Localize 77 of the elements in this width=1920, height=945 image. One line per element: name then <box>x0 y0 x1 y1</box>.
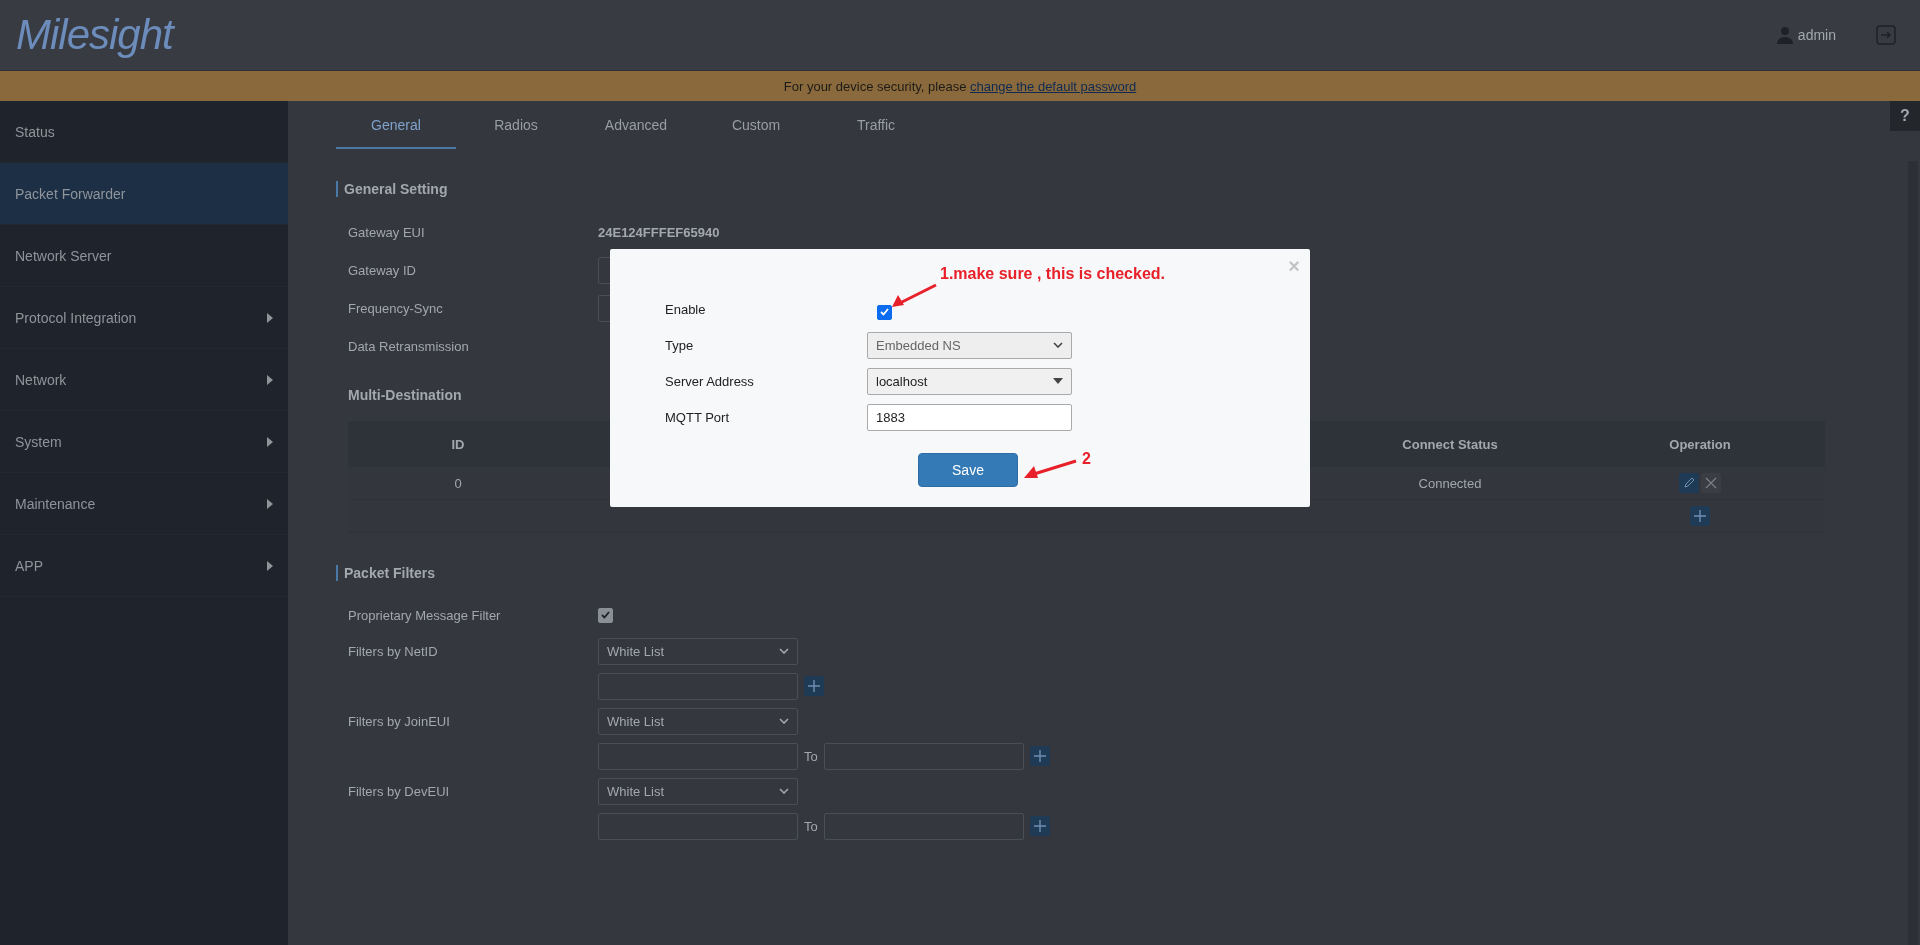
plus-icon <box>808 680 820 692</box>
caret-icon <box>1053 378 1063 384</box>
table-cell-text: 0 <box>453 475 463 491</box>
sidebar-item[interactable]: Packet Forwarder <box>0 163 288 225</box>
annotation-text: 1.make sure , this is checked. <box>940 265 1165 283</box>
input-field[interactable] <box>598 742 798 770</box>
user-name[interactable]: admin <box>1797 27 1836 43</box>
sidebar-item[interactable]: System <box>0 411 288 473</box>
section-title: General Setting <box>336 181 1860 197</box>
input-field[interactable] <box>823 742 1024 770</box>
chevron-down-icon <box>779 648 789 654</box>
add-button[interactable] <box>1690 506 1710 526</box>
change-password-link[interactable]: change the default password <box>969 78 1137 94</box>
check-icon <box>601 611 610 619</box>
add-button[interactable] <box>804 676 824 696</box>
column-header: ID <box>450 436 466 452</box>
tab[interactable]: Advanced <box>576 101 696 149</box>
field-label: Type <box>665 337 695 353</box>
tab[interactable]: General <box>336 101 456 149</box>
field-label: Frequency-Sync <box>348 300 444 316</box>
tab[interactable]: Radios <box>456 101 576 149</box>
input-field[interactable] <box>823 812 1024 840</box>
help-button[interactable]: ? <box>1890 101 1920 131</box>
add-button[interactable] <box>1029 746 1050 766</box>
chevron-down-icon <box>779 788 789 794</box>
annotation-text: 2 <box>1082 450 1091 468</box>
table-cell-text: Connected <box>1417 475 1483 491</box>
plus-icon <box>1033 750 1046 762</box>
logout-icon[interactable] <box>1876 25 1896 45</box>
to-label: To <box>804 818 818 834</box>
column-header: Connect Status <box>1401 436 1499 452</box>
plus-icon <box>1694 510 1706 522</box>
field-label: Filters by NetID <box>348 643 439 659</box>
sidebar-item[interactable]: Network Server <box>0 225 288 287</box>
chevron-down-icon <box>1053 342 1063 348</box>
chevron-down-icon <box>779 718 789 724</box>
input-field[interactable]: 1883 <box>867 403 1072 431</box>
sidebar-item[interactable]: Maintenance <box>0 473 288 535</box>
select-field[interactable]: White List <box>598 637 798 665</box>
column-header: Operation <box>1668 436 1732 452</box>
plus-icon <box>1033 820 1046 832</box>
tab[interactable]: Custom <box>696 101 816 149</box>
field-label: Gateway EUI <box>348 224 426 240</box>
enable-checkbox[interactable] <box>877 304 892 320</box>
logo: Milesight <box>16 11 173 59</box>
to-label: To <box>804 748 818 764</box>
select-field[interactable]: White List <box>598 777 798 805</box>
field-label: Data Retransmission <box>348 338 470 354</box>
input-field[interactable] <box>598 812 798 840</box>
annotation-arrow <box>890 283 938 309</box>
field-label: Server Address <box>665 373 755 389</box>
field-label: Enable <box>665 301 707 317</box>
input-field[interactable] <box>598 672 798 700</box>
tab[interactable]: Traffic <box>816 101 936 149</box>
field-label: Filters by JoinEUI <box>348 713 451 729</box>
sidebar-item[interactable]: Network <box>0 349 288 411</box>
section-subtitle: Multi-Destination <box>347 387 463 403</box>
select-field[interactable]: White List <box>598 707 798 735</box>
close-icon <box>1705 477 1717 489</box>
field-label: Gateway ID <box>348 262 417 278</box>
save-button[interactable]: Save <box>918 453 1018 487</box>
field-value: 24E124FFFEF65940 <box>598 224 720 240</box>
security-notice: For your device security, please change the default password <box>783 78 1137 94</box>
sidebar-item[interactable]: APP <box>0 535 288 597</box>
delete-button[interactable] <box>1701 473 1721 493</box>
add-button[interactable] <box>1029 816 1050 836</box>
field-label: Filters by DevEUI <box>348 783 451 799</box>
sidebar-item[interactable]: Protocol Integration <box>0 287 288 349</box>
check-icon <box>880 308 889 316</box>
user-icon <box>1775 26 1794 44</box>
checkbox[interactable] <box>598 607 613 623</box>
pencil-icon <box>1683 477 1695 489</box>
select-field[interactable]: localhost <box>867 367 1072 395</box>
field-label: Proprietary Message Filter <box>348 607 502 623</box>
edit-button[interactable] <box>1679 473 1699 493</box>
section-title: Packet Filters <box>336 565 1860 581</box>
field-label: MQTT Port <box>665 409 731 425</box>
